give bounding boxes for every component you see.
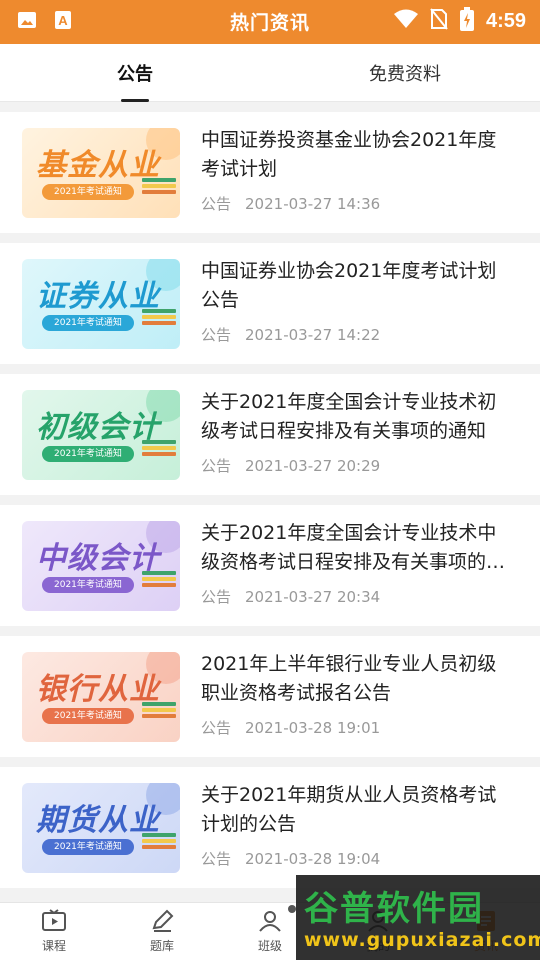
article-thumbnail: 初级会计 2021年考试通知 bbox=[22, 390, 180, 480]
article-source: 公告 bbox=[201, 719, 232, 737]
article-item[interactable]: 证券从业 2021年考试通知 中国证券业协会2021年度考试计划公告 公告 202… bbox=[0, 243, 540, 364]
tab-bar: 公告 免费资料 bbox=[0, 44, 540, 102]
thumbnail-badge: 2021年考试通知 bbox=[42, 839, 134, 855]
article-thumbnail: 期货从业 2021年考试通知 bbox=[22, 783, 180, 873]
books-icon bbox=[142, 178, 176, 196]
article-datetime: 2021-03-28 19:01 bbox=[245, 719, 381, 737]
article-thumbnail: 基金从业 2021年考试通知 bbox=[22, 128, 180, 218]
article-item[interactable]: 初级会计 2021年考试通知 关于2021年度全国会计专业技术初级考试日程安排及… bbox=[0, 374, 540, 495]
nav-label: 题库 bbox=[149, 939, 174, 953]
article-datetime: 2021-03-27 14:22 bbox=[245, 326, 381, 344]
article-title: 关于2021年度全国会计专业技术中级资格考试日程安排及有关事项的通知 bbox=[201, 522, 506, 573]
article-source: 公告 bbox=[201, 588, 232, 606]
wifi-icon bbox=[393, 9, 418, 33]
article-meta: 公告 2021-03-27 20:29 bbox=[201, 455, 380, 476]
thumbnail-badge: 2021年考试通知 bbox=[42, 708, 134, 724]
article-list: 基金从业 2021年考试通知 中国证券投资基金业协会2021年度考试计划 公告 2… bbox=[0, 112, 540, 898]
battery-icon bbox=[459, 7, 474, 35]
watermark: 谷普软件园 www.gupuxiazai.com bbox=[296, 875, 540, 960]
tab-free-materials[interactable]: 免费资料 bbox=[270, 44, 540, 102]
books-icon bbox=[142, 702, 176, 720]
article-thumbnail: 证券从业 2021年考试通知 bbox=[22, 259, 180, 349]
tab-active-indicator bbox=[121, 99, 149, 102]
nav-label: 课程 bbox=[41, 939, 66, 953]
people-icon bbox=[259, 911, 281, 932]
books-icon bbox=[142, 309, 176, 327]
article-source: 公告 bbox=[201, 850, 232, 868]
watermark-url: www.gupuxiazai.com bbox=[304, 929, 540, 951]
books-icon bbox=[142, 833, 176, 851]
article-source: 公告 bbox=[201, 195, 232, 213]
pencil-icon bbox=[152, 909, 174, 932]
article-source: 公告 bbox=[201, 457, 232, 475]
watermark-title: 谷普软件园 bbox=[304, 889, 484, 929]
article-meta: 公告 2021-03-27 14:22 bbox=[201, 324, 380, 345]
article-meta: 公告 2021-03-27 14:36 bbox=[201, 193, 380, 214]
tab-announcements[interactable]: 公告 bbox=[0, 44, 270, 102]
nav-item-question-bank[interactable]: 题库 bbox=[108, 903, 216, 960]
article-title: 中国证券投资基金业协会2021年度考试计划 bbox=[201, 129, 497, 180]
article-title: 2021年上半年银行业专业人员初级职业资格考试报名公告 bbox=[201, 653, 497, 704]
article-item[interactable]: 期货从业 2021年考试通知 关于2021年期货从业人员资格考试计划的公告 公告… bbox=[0, 767, 540, 888]
thumbnail-badge: 2021年考试通知 bbox=[42, 577, 134, 593]
article-meta: 公告 2021-03-28 19:01 bbox=[201, 717, 380, 738]
thumbnail-badge: 2021年考试通知 bbox=[42, 446, 134, 462]
thumbnail-badge: 2021年考试通知 bbox=[42, 184, 134, 200]
tab-label: 公告 bbox=[117, 64, 153, 85]
article-source: 公告 bbox=[201, 326, 232, 344]
article-datetime: 2021-03-27 20:29 bbox=[245, 457, 381, 475]
clock-time: 4:59 bbox=[485, 9, 526, 32]
books-icon bbox=[142, 440, 176, 458]
no-sim-icon bbox=[430, 8, 448, 34]
nav-item-courses[interactable]: 课程 bbox=[0, 903, 108, 960]
article-title: 关于2021年期货从业人员资格考试计划的公告 bbox=[201, 784, 497, 835]
article-meta: 公告 2021-03-27 20:34 bbox=[201, 586, 380, 607]
article-datetime: 2021-03-27 20:34 bbox=[245, 588, 381, 606]
nav-label: 班级 bbox=[257, 939, 282, 953]
thumbnail-badge: 2021年考试通知 bbox=[42, 315, 134, 331]
article-item[interactable]: 中级会计 2021年考试通知 关于2021年度全国会计专业技术中级资格考试日程安… bbox=[0, 505, 540, 626]
books-icon bbox=[142, 571, 176, 589]
article-title: 中国证券业协会2021年度考试计划公告 bbox=[201, 260, 497, 311]
tab-label: 免费资料 bbox=[369, 64, 441, 85]
play-icon bbox=[42, 909, 66, 931]
article-thumbnail: 银行从业 2021年考试通知 bbox=[22, 652, 180, 742]
page-indicator-dot bbox=[288, 905, 296, 913]
article-meta: 公告 2021-03-28 19:04 bbox=[201, 848, 380, 869]
article-item[interactable]: 银行从业 2021年考试通知 2021年上半年银行业专业人员初级职业资格考试报名… bbox=[0, 636, 540, 757]
status-bar: A 热门资讯 4:59 bbox=[0, 0, 540, 44]
article-title: 关于2021年度全国会计专业技术初级考试日程安排及有关事项的通知 bbox=[201, 391, 497, 442]
article-datetime: 2021-03-27 14:36 bbox=[245, 195, 381, 213]
article-item[interactable]: 基金从业 2021年考试通知 中国证券投资基金业协会2021年度考试计划 公告 2… bbox=[0, 112, 540, 233]
article-datetime: 2021-03-28 19:04 bbox=[245, 850, 381, 868]
article-thumbnail: 中级会计 2021年考试通知 bbox=[22, 521, 180, 611]
